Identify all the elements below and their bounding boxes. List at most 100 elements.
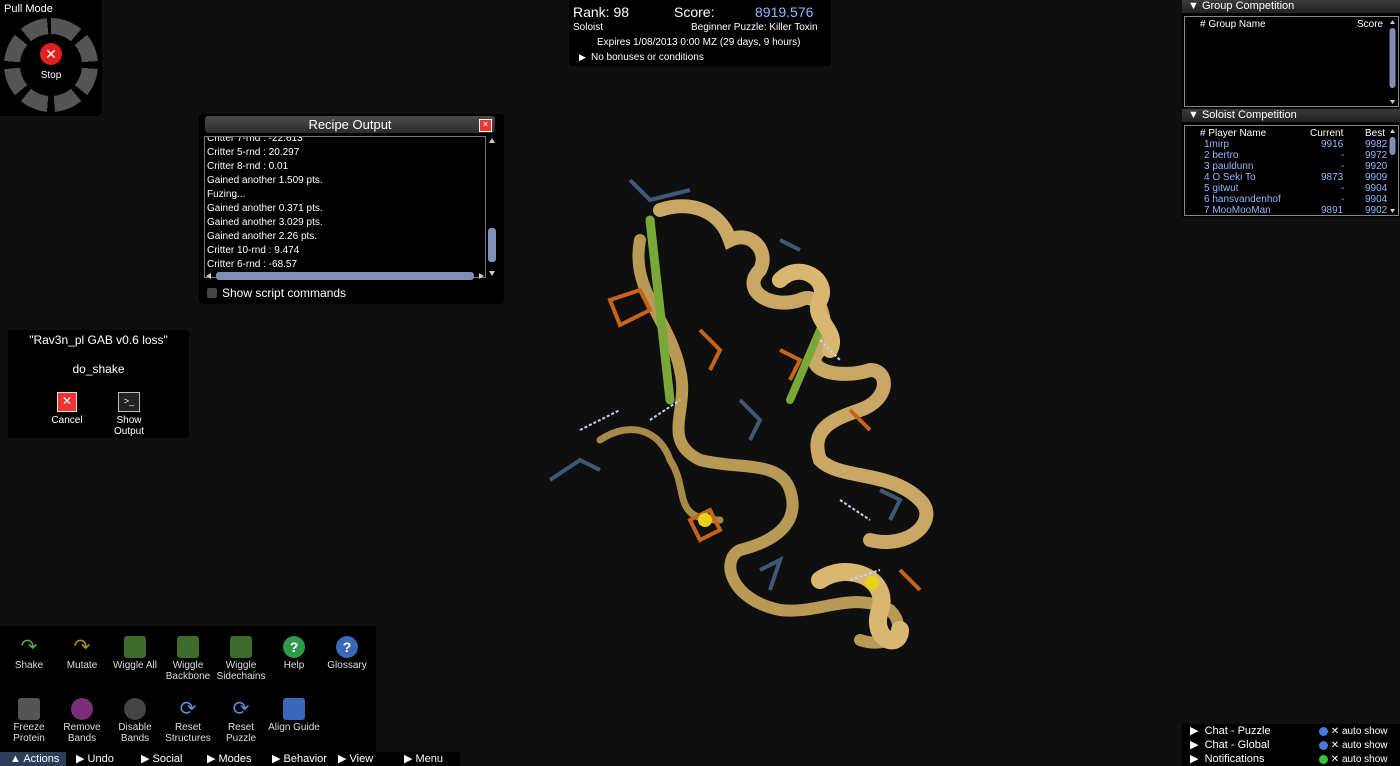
pull-mode-panel: Pull Mode ✕ Stop bbox=[0, 0, 102, 116]
reset-puzzle-icon: ⟳ bbox=[232, 698, 250, 720]
disable-bands-button[interactable]: Disable Bands bbox=[109, 698, 161, 744]
notifications-row[interactable]: ▶ Notifications bbox=[1190, 752, 1265, 766]
stop-label[interactable]: Stop bbox=[32, 70, 70, 81]
menu-view[interactable]: ▶ View bbox=[338, 752, 373, 766]
autoshow-label: auto show bbox=[1341, 726, 1388, 737]
cancel-button[interactable]: ✕ Cancel bbox=[46, 392, 88, 426]
log-line: Gained another 0.371 pts. bbox=[207, 203, 323, 214]
player-current: - bbox=[1341, 183, 1345, 194]
menu-undo[interactable]: ▶ Undo bbox=[76, 752, 114, 766]
show-script-checkbox[interactable] bbox=[207, 288, 217, 298]
log-line: Critter 7-rnd : -22.613 bbox=[207, 136, 303, 144]
player-best: 9904 bbox=[1365, 194, 1388, 205]
group-competition-header[interactable]: ▼ Group Competition bbox=[1182, 0, 1400, 13]
recipe-vertical-scrollbar[interactable] bbox=[486, 136, 498, 278]
score-label: Score: bbox=[674, 4, 715, 20]
remove-bands-button[interactable]: Remove Bands bbox=[56, 698, 108, 744]
player-current: 9891 bbox=[1321, 205, 1344, 216]
conditions-label[interactable]: No bonuses or conditions bbox=[591, 52, 704, 63]
soloist-scrollbar[interactable] bbox=[1388, 128, 1397, 214]
group-competition-list[interactable]: # Group Name Score bbox=[1184, 16, 1399, 107]
glossary-label: Glossary bbox=[327, 660, 367, 671]
shake-icon: ↷ bbox=[20, 636, 38, 658]
soloist-competition-header[interactable]: ▼ Soloist Competition bbox=[1182, 109, 1400, 122]
soloist-col-name: # Player Name bbox=[1200, 128, 1267, 139]
recipe-output-header[interactable]: Recipe Output ✕ bbox=[205, 116, 495, 133]
close-icon[interactable]: ✕ bbox=[479, 119, 492, 132]
freeze-protein-button[interactable]: Freeze Protein bbox=[3, 698, 55, 744]
glossary-button[interactable]: ? Glossary bbox=[321, 636, 373, 671]
soloist-col-best: Best bbox=[1365, 128, 1386, 139]
show-output-button[interactable]: >_ Show Output bbox=[106, 392, 152, 437]
chat-global-autoshow[interactable]: ✕ auto show bbox=[1319, 740, 1388, 751]
sidechain-orange-6 bbox=[898, 568, 922, 592]
soloist-col-current: Current bbox=[1310, 128, 1344, 139]
soloist-competition-title: Soloist Competition bbox=[1201, 109, 1297, 121]
align-guide-button[interactable]: Align Guide bbox=[268, 698, 320, 733]
recipe-horizontal-scrollbar[interactable] bbox=[204, 270, 486, 282]
reset-puzzle-button[interactable]: ⟳ Reset Puzzle bbox=[215, 698, 267, 744]
menu-actions-label: Actions bbox=[23, 753, 60, 765]
wiggle-backbone-button[interactable]: Wiggle Backbone bbox=[162, 636, 214, 682]
log-line: Gained another 1.509 pts. bbox=[207, 175, 323, 186]
chat-puzzle-row[interactable]: ▶ Chat - Puzzle bbox=[1190, 724, 1271, 738]
player-name[interactable]: 6 hansvandenhof bbox=[1204, 194, 1281, 205]
chat-global-label: Chat - Global bbox=[1204, 739, 1270, 751]
player-current: 9873 bbox=[1321, 172, 1344, 183]
chat-global-row[interactable]: ▶ Chat - Global bbox=[1190, 738, 1269, 752]
soloist-competition-panel: ▼ Soloist Competition # Player Name Curr… bbox=[1182, 109, 1400, 217]
player-name[interactable]: 4 O Seki To bbox=[1204, 172, 1256, 183]
expand-arrow-icon[interactable]: ▶ bbox=[579, 52, 586, 63]
protein-viewport[interactable] bbox=[520, 160, 960, 670]
soloist-competition-list[interactable]: # Player Name Current Best 1mirp 9916 99… bbox=[1184, 125, 1399, 216]
wiggle-all-label: Wiggle All bbox=[113, 660, 157, 671]
player-current: - bbox=[1341, 161, 1345, 172]
group-scrollbar[interactable] bbox=[1388, 19, 1397, 105]
menu-menu[interactable]: ▶ Menu bbox=[404, 752, 443, 766]
player-name[interactable]: 3 pauldunn bbox=[1204, 161, 1254, 172]
shake-button[interactable]: ↷ Shake bbox=[3, 636, 55, 671]
reset-structures-button[interactable]: ⟳ Reset Structures bbox=[162, 698, 214, 744]
player-name[interactable]: 5 gitwut bbox=[1204, 183, 1238, 194]
log-line: Critter 6-rnd : -68.57 bbox=[207, 259, 298, 270]
disable-bands-label: Disable Bands bbox=[118, 722, 152, 744]
notifications-autoshow[interactable]: ✕ auto show bbox=[1319, 754, 1388, 765]
sidechain-blue bbox=[548, 457, 601, 482]
player-name[interactable]: 1mirp bbox=[1204, 139, 1229, 150]
mutate-icon: ↷ bbox=[73, 636, 91, 658]
info-icon bbox=[1319, 740, 1328, 750]
player-current: - bbox=[1341, 194, 1345, 205]
wiggle-sidechains-icon bbox=[230, 636, 252, 658]
log-line: Gained another 3.029 pts. bbox=[207, 217, 323, 228]
status-dot-icon bbox=[1319, 754, 1328, 764]
mutate-label: Mutate bbox=[66, 660, 98, 671]
group-col-name: # Group Name bbox=[1200, 19, 1266, 30]
wiggle-backbone-icon bbox=[177, 636, 199, 658]
stop-icon[interactable]: ✕ bbox=[40, 43, 62, 65]
player-name[interactable]: 2 bertro bbox=[1204, 150, 1238, 161]
menu-modes[interactable]: ▶ Modes bbox=[207, 752, 252, 766]
wiggle-sidechains-button[interactable]: Wiggle Sidechains bbox=[215, 636, 267, 682]
backbone-tube-3 bbox=[596, 426, 724, 524]
pull-mode-dial[interactable] bbox=[4, 18, 98, 112]
bottom-menubar: ▲ Actions ▶ Undo ▶ Social ▶ Modes ▶ Beha… bbox=[0, 752, 460, 766]
recipe-output-log[interactable]: Critter 7-rnd : -22.613 Critter 5-rnd : … bbox=[204, 136, 486, 278]
player-current: 9916 bbox=[1321, 139, 1344, 150]
show-script-label[interactable]: Show script commands bbox=[222, 286, 346, 300]
player-current: - bbox=[1341, 150, 1345, 161]
help-button[interactable]: ? Help bbox=[268, 636, 320, 671]
menu-behavior[interactable]: ▶ Behavior bbox=[272, 752, 327, 766]
menu-social[interactable]: ▶ Social bbox=[141, 752, 182, 766]
menu-actions[interactable]: ▲ Actions bbox=[0, 752, 66, 766]
hbond-4 bbox=[839, 499, 871, 521]
player-name[interactable]: 7 MooMooMan bbox=[1204, 205, 1271, 216]
remove-bands-label: Remove Bands bbox=[63, 722, 101, 744]
player-best: 9982 bbox=[1365, 139, 1388, 150]
wiggle-all-button[interactable]: Wiggle All bbox=[109, 636, 161, 671]
terminal-icon: >_ bbox=[118, 392, 140, 412]
chat-puzzle-autoshow[interactable]: ✕ auto show bbox=[1319, 726, 1388, 737]
reset-puzzle-label: Reset Puzzle bbox=[225, 722, 256, 744]
expires-label: Expires 1/08/2013 0:00 MZ (29 days, 9 ho… bbox=[597, 37, 801, 48]
player-best: 9904 bbox=[1365, 183, 1388, 194]
mutate-button[interactable]: ↷ Mutate bbox=[56, 636, 108, 671]
